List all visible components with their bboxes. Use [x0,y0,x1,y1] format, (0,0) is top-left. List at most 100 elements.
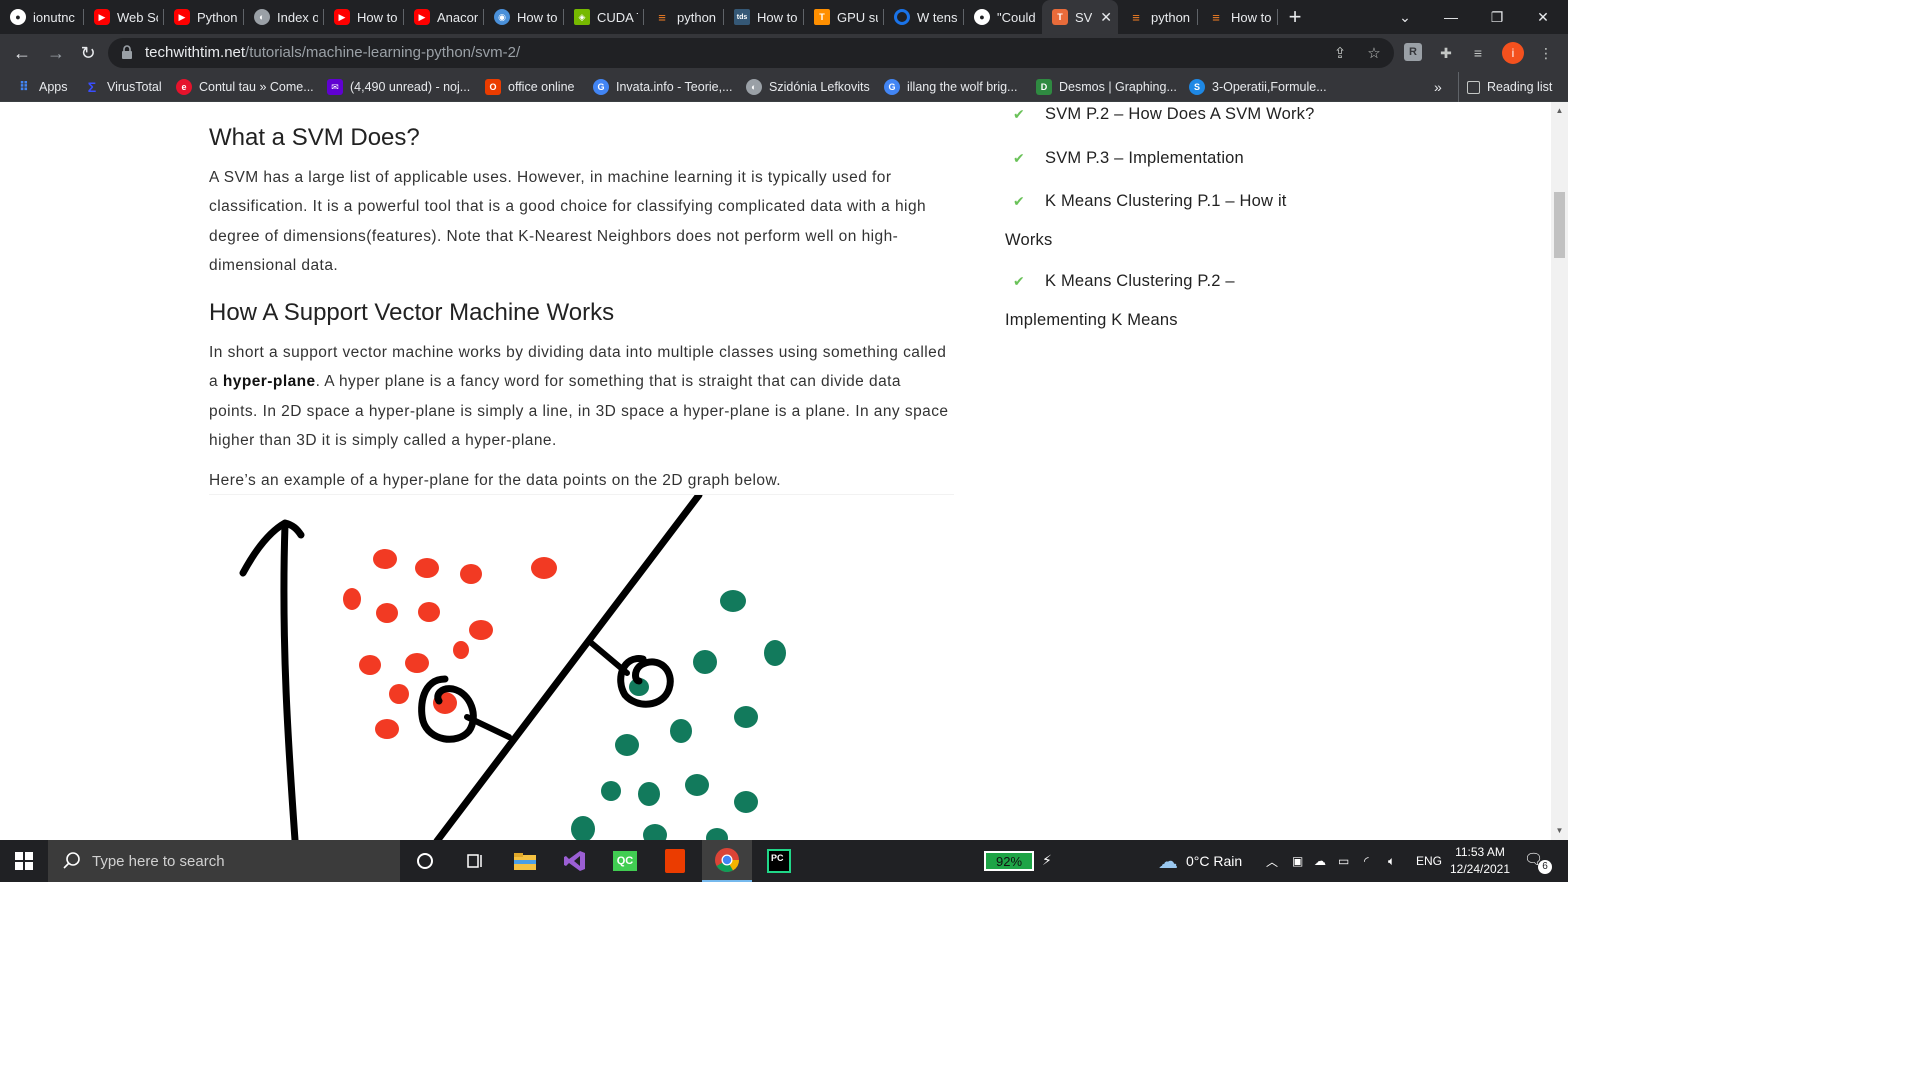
scroll-down-arrow[interactable]: ▼ [1555,826,1564,835]
bookmark-item[interactable]: Σ VirusTotal [84,72,162,102]
wifi-icon[interactable]: ◜ [1364,840,1369,882]
minimize-button[interactable]: — [1428,0,1474,34]
tab[interactable]: ● ionutnc [0,0,84,34]
tab[interactable]: ◐ Index o [244,0,324,34]
desmos-icon: D [1036,79,1052,95]
nvidia-icon: ◈ [574,9,590,25]
virustotal-icon: Σ [87,79,97,95]
back-icon[interactable]: ← [8,39,36,67]
extension-icon[interactable]: R [1404,43,1422,61]
tab-active[interactable]: TSVM✕ [1042,0,1118,34]
axis-arrow [280,521,299,840]
meet-now-icon[interactable]: ▣ [1292,840,1303,882]
bookmark-star-icon[interactable]: ☆ [1364,43,1384,63]
tab[interactable]: ▶ Web Sc [84,0,164,34]
tab-search-icon[interactable]: ⌄ [1382,0,1428,34]
bookmark-item[interactable]: S 3-Operatii,Formule... [1189,72,1327,102]
battery-icon[interactable]: ▭ [1338,840,1349,882]
scroll-thumb[interactable] [1554,192,1565,258]
tab[interactable]: ≡ python [644,0,724,34]
windows-logo-icon [15,852,33,870]
profile-avatar[interactable]: i [1502,42,1524,64]
lock-icon [122,45,132,59]
tab[interactable]: ▶ How to [324,0,404,34]
tab[interactable]: ≡ How to [1198,0,1278,34]
tab[interactable]: ≡ python [1118,0,1198,34]
bookmark-item[interactable]: e Contul tau » Come... [176,72,314,102]
reload-icon[interactable]: ↻ [74,39,102,67]
pycharm-icon[interactable]: PC [754,840,804,882]
youtube-icon: ▶ [414,9,430,25]
task-view-icon[interactable] [450,840,500,882]
bookmark-item[interactable]: D Desmos | Graphing... [1036,72,1177,102]
axis-arrowhead [239,519,305,577]
bookmark-item[interactable]: Ooffice online [485,72,575,102]
show-hidden-icons[interactable]: ︿ [1266,840,1278,882]
close-tab-icon[interactable]: ✕ [1100,9,1112,26]
apps-grid-icon: ⠿ [18,79,30,94]
tab[interactable]: ● "Could [964,0,1042,34]
file-explorer-icon[interactable] [500,840,550,882]
stackoverflow-icon: ≡ [1132,9,1140,25]
bookmarks-bar: ⠿ Apps Σ VirusTotal e Contul tau » Come... … [0,72,1568,102]
onedrive-error-icon[interactable]: ☁ [1314,840,1326,882]
tab[interactable]: ◉ How to [484,0,564,34]
media-queue-icon[interactable]: ≡ [1468,43,1488,63]
address-bar[interactable]: techwithtim.net/tutorials/machine-learni… [108,38,1394,68]
chrome-icon[interactable] [702,840,752,882]
menu-kebab-icon[interactable]: ⋮ [1536,43,1556,63]
tab[interactable]: tds How to [724,0,804,34]
windows-taskbar: Type here to search QC PC 92% ⚡ ☁ 0°C Rai… [0,840,1568,882]
check-icon: ✔ [1013,106,1025,122]
tab[interactable]: ◈CUDA T [564,0,644,34]
bookmark-item[interactable]: ✉ (4,490 unread) - noj... [327,72,470,102]
bookmark-item[interactable]: G Invata.info - Teorie,... [593,72,733,102]
google-icon: G [593,79,609,95]
new-tab-button[interactable]: + [1278,0,1312,34]
tab[interactable]: ▶ Anacon [404,0,484,34]
globe-icon: ◐ [254,9,270,25]
taskbar-search-box[interactable]: Type here to search [48,840,400,882]
scroll-up-arrow[interactable]: ▲ [1555,106,1564,115]
pytorch-icon: ◉ [494,9,510,25]
green-class-points [571,590,786,840]
office-icon[interactable] [650,840,700,882]
clock[interactable]: 11:53 AM 12/24/2021 [1440,844,1520,878]
share-icon[interactable]: ⇪ [1330,43,1350,63]
qt-creator-icon[interactable]: QC [600,840,650,882]
restore-button[interactable]: ❐ [1474,0,1520,34]
action-center-button[interactable]: 🗨︎ 6 [1524,850,1552,874]
close-window-button[interactable]: ✕ [1520,0,1566,34]
twt-icon: T [1052,9,1068,25]
yahoo-mail-icon: ✉ [327,79,343,95]
forward-icon[interactable]: → [42,39,70,67]
bookmarks-overflow-button[interactable]: » [1434,72,1442,102]
bookmark-item[interactable]: ◐ Szidónia Lefkovits [746,72,870,102]
visual-studio-icon[interactable] [550,840,600,882]
rain-cloud-icon: ☁ [1158,850,1178,873]
globe-icon: ◐ [746,79,762,95]
heading-what-svm-does: What a SVM Does? [209,124,420,151]
hyperplane-figure [209,494,954,840]
check-icon: ✔ [1013,150,1025,166]
extensions-puzzle-icon[interactable]: ✚ [1436,43,1456,63]
tab[interactable]: T GPU su [804,0,884,34]
tab[interactable]: W tens [884,0,964,34]
windows-start-button[interactable] [0,840,48,882]
language-indicator[interactable]: ENG [1416,840,1442,882]
tensorflow-icon: T [814,9,830,25]
weather-widget[interactable]: ☁ 0°C Rain [1158,840,1242,882]
cortana-icon[interactable] [400,840,450,882]
url-text: techwithtim.net/tutorials/machine-learni… [145,44,521,61]
battery-indicator[interactable]: 92% [984,851,1034,871]
charging-plug-icon: ⚡ [1042,852,1052,868]
page-scrollbar[interactable]: ▲ ▼ [1551,102,1568,840]
reading-list-button[interactable]: Reading list [1458,72,1552,102]
github-icon: ● [974,9,990,25]
reading-list-icon [1467,80,1480,94]
volume-icon[interactable]: 🔈︎ [1388,840,1395,882]
bookmark-apps[interactable]: ⠿ Apps [16,72,68,102]
tab[interactable]: ▶ Python [164,0,244,34]
tab-strip: ● ionutnc ▶ Web Sc ▶ Python ◐ Index o ▶ How t… [0,0,1568,34]
bookmark-item[interactable]: Gillang the wolf brig... [884,72,1017,102]
